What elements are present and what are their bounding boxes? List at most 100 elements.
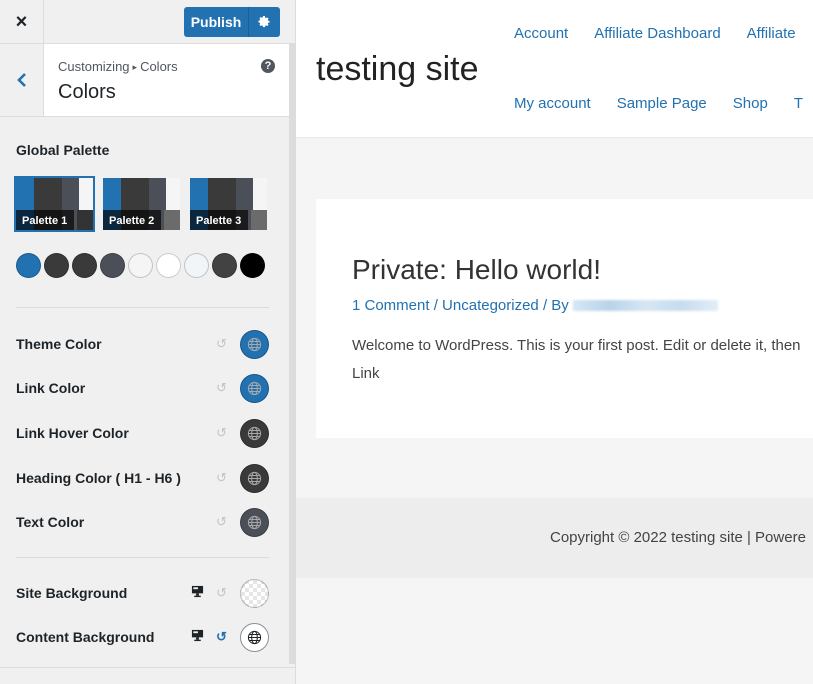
reset-icon[interactable]: ↺: [216, 629, 227, 645]
customizer: × Publish Customizing▸Colors Colors: [0, 0, 813, 684]
section-header: Customizing▸Colors Colors ?: [0, 44, 289, 117]
primary-nav-row-2: My account Sample Page Shop T: [514, 95, 813, 112]
copyright-text: Copyright © 2022 testing site | Powere: [550, 529, 806, 546]
reset-icon[interactable]: ↺: [216, 380, 227, 396]
color-setting-row: Heading Color ( H1 - H6 ) ↺: [16, 463, 270, 493]
site-header: testing site AccountAffiliate DashboardA…: [296, 0, 813, 138]
globe-icon: [247, 337, 262, 352]
by-label: By: [551, 297, 569, 314]
back-button[interactable]: [0, 44, 44, 116]
globe-icon: [247, 381, 262, 396]
globe-icon: [247, 426, 262, 441]
meta-separator: /: [539, 297, 552, 314]
author-link-redacted[interactable]: [573, 300, 718, 311]
nav-link[interactable]: Shop: [733, 95, 768, 112]
color-setting-row: Link Color ↺: [16, 373, 270, 403]
comments-link[interactable]: 1 Comment: [352, 297, 430, 314]
color-setting-label: Theme Color: [16, 336, 102, 352]
divider: [16, 307, 269, 308]
color-setting-label: Text Color: [16, 514, 84, 530]
site-preview: testing site AccountAffiliate DashboardA…: [296, 0, 813, 684]
background-setting-row: Content Background ↺: [16, 622, 270, 652]
color-setting-label: Link Color: [16, 380, 85, 396]
post-card: Private: Hello world! 1 Comment / Uncate…: [316, 199, 813, 438]
gear-icon: [258, 16, 271, 29]
breadcrumb-parent: Customizing: [58, 59, 130, 74]
post-meta: 1 Comment / Uncategorized / By: [352, 297, 718, 314]
color-setting-row: Text Color ↺: [16, 507, 270, 537]
color-setting-label: Link Hover Color: [16, 425, 129, 441]
meta-separator: /: [430, 297, 443, 314]
palette-swatch-8[interactable]: [212, 253, 237, 278]
customizer-topbar: × Publish: [0, 0, 296, 44]
color-setting-row: Theme Color ↺: [16, 329, 270, 359]
palette-option[interactable]: Palette 1: [16, 178, 93, 230]
responsive-device-toggle[interactable]: [191, 629, 204, 647]
background-picker-swatch[interactable]: [240, 623, 269, 652]
background-setting-label: Site Background: [16, 585, 127, 601]
responsive-device-toggle[interactable]: [191, 585, 204, 603]
palette-name: Palette 3: [190, 210, 248, 230]
close-customizer-button[interactable]: ×: [0, 0, 44, 44]
palette-swatch-4[interactable]: [100, 253, 125, 278]
palette-swatch-5[interactable]: [128, 253, 153, 278]
palette-swatch-3[interactable]: [72, 253, 97, 278]
color-picker-swatch[interactable]: [240, 374, 269, 403]
nav-link[interactable]: Affiliate: [747, 25, 796, 42]
globe-icon: [247, 515, 262, 530]
site-footer: Copyright © 2022 testing site | Powere: [296, 498, 813, 578]
chevron-left-icon: [17, 72, 27, 88]
color-picker-swatch[interactable]: [240, 419, 269, 448]
nav-link[interactable]: My account: [514, 95, 591, 112]
reset-icon[interactable]: ↺: [216, 425, 227, 441]
globe-icon: [247, 471, 262, 486]
publish-button-group: Publish: [184, 7, 280, 37]
palette-name: Palette 1: [16, 210, 74, 230]
desktop-icon: [191, 629, 204, 642]
global-palette-label: Global Palette: [16, 142, 109, 158]
desktop-icon: [191, 585, 204, 598]
post-title[interactable]: Private: Hello world!: [352, 254, 601, 286]
palette-swatch-6[interactable]: [156, 253, 181, 278]
reset-icon[interactable]: ↺: [216, 470, 227, 486]
background-setting-row: Site Background ↺: [16, 578, 270, 608]
color-picker-swatch[interactable]: [240, 330, 269, 359]
color-picker-swatch[interactable]: [240, 508, 269, 537]
background-setting-label: Content Background: [16, 629, 154, 645]
post-read-link[interactable]: Link: [352, 365, 380, 382]
palette-swatches: [16, 253, 265, 278]
site-title[interactable]: testing site: [316, 50, 479, 89]
close-icon: ×: [16, 11, 28, 34]
publish-settings-button[interactable]: [249, 7, 280, 37]
nav-link[interactable]: Affiliate Dashboard: [594, 25, 720, 42]
palette-corner: [77, 210, 93, 230]
palette-swatch-9[interactable]: [240, 253, 265, 278]
sidebar-scrollbar[interactable]: [289, 44, 296, 664]
reset-icon[interactable]: ↺: [216, 336, 227, 352]
palette-option[interactable]: Palette 3: [190, 178, 267, 230]
nav-link[interactable]: Sample Page: [617, 95, 707, 112]
color-picker-swatch[interactable]: [240, 464, 269, 493]
palette-swatch-2[interactable]: [44, 253, 69, 278]
palette-corner: [251, 210, 267, 230]
palette-name: Palette 2: [103, 210, 161, 230]
breadcrumb-current: Colors: [140, 59, 178, 74]
reset-icon[interactable]: ↺: [216, 514, 227, 530]
primary-nav-row-1: Account Affiliate Dashboard Affiliate: [514, 25, 813, 42]
breadcrumb: Customizing▸Colors: [58, 59, 178, 74]
nav-link[interactable]: T: [794, 95, 803, 112]
customizer-sidebar: × Publish Customizing▸Colors Colors: [0, 0, 296, 684]
publish-button[interactable]: Publish: [184, 7, 249, 37]
category-link[interactable]: Uncategorized: [442, 297, 539, 314]
palette-option[interactable]: Palette 2: [103, 178, 180, 230]
background-picker-swatch[interactable]: [240, 579, 269, 608]
palette-swatch-7[interactable]: [184, 253, 209, 278]
color-setting-row: Link Hover Color ↺: [16, 418, 270, 448]
section-title: Colors: [58, 81, 116, 104]
reset-icon[interactable]: ↺: [216, 585, 227, 601]
nav-link[interactable]: Account: [514, 25, 568, 42]
palette-corner: [164, 210, 180, 230]
color-setting-label: Heading Color ( H1 - H6 ): [16, 470, 181, 486]
palette-swatch-1[interactable]: [16, 253, 41, 278]
help-icon[interactable]: ?: [261, 59, 275, 73]
